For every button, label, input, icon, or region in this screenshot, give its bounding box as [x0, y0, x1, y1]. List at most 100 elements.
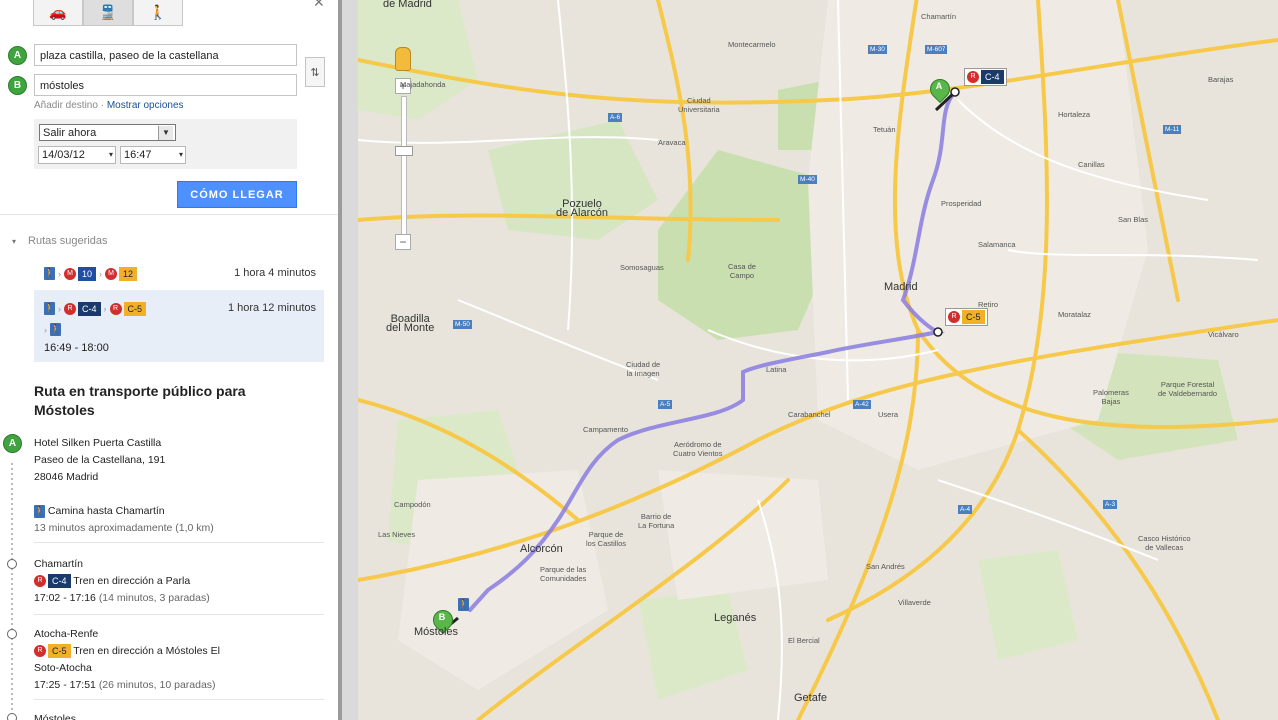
origin-marker-label: A	[13, 50, 22, 61]
date-value: 14/03/12	[42, 149, 85, 161]
depart-type-select[interactable]: Salir ahora ▼	[39, 124, 176, 141]
map-label-mostoles: Móstoles	[414, 626, 459, 638]
map-label-valdebernardo: Parque Forestal de Valdebernardo	[1158, 380, 1218, 398]
map-label-pozuelo: Pozuelo de Alarcón	[556, 198, 608, 219]
depart-type-value: Salir ahora	[43, 127, 97, 139]
transit-step: Chamartín R C-4 Tren en dirección a Parla…	[34, 556, 210, 607]
zoom-slider[interactable]	[401, 96, 407, 236]
panel-resize-handle[interactable]	[338, 0, 358, 720]
walk-icon: 🚶	[44, 302, 56, 316]
walk-icon: 🚶	[34, 504, 46, 518]
route-duration: 1 hora 12 minutos	[227, 302, 316, 314]
swap-icon: ⇅	[310, 66, 320, 79]
road-tag: M-607	[925, 45, 948, 54]
map-label-salamanca: Salamanca	[978, 240, 1016, 249]
road-tag: A-42	[853, 400, 871, 409]
start-street: Paseo de la Castellana, 191	[34, 454, 166, 466]
train-icon: R	[967, 71, 979, 83]
car-icon: 🚗	[49, 4, 67, 20]
road-tag: A-3	[1103, 500, 1118, 509]
map-label-campamento: Campamento	[583, 425, 629, 434]
directions-panel: 🚗 🚆 🚶 ✕ A plaza castilla, paseo de la ca…	[0, 0, 338, 720]
train-tag-c5[interactable]: R C-5	[945, 308, 988, 326]
map-label-getafe: Getafe	[794, 692, 828, 704]
map-label-la-fortuna: Barrio de La Fortuna	[638, 512, 675, 530]
map-label-palomeras: Palomeras Bajas	[1093, 388, 1129, 406]
transit-mode-tab[interactable]: 🚆	[83, 0, 133, 26]
swap-waypoints-button[interactable]: ⇅	[305, 57, 325, 87]
destination-input[interactable]: móstoles	[34, 74, 297, 96]
route-section-title: Ruta en transporte público para Móstoles	[34, 383, 246, 418]
train-icon: R	[34, 575, 46, 588]
travel-mode-tabs: 🚗 🚆 🚶	[33, 0, 183, 26]
map-label-san-andres: San Andrés	[866, 562, 905, 571]
add-destination-link[interactable]: Añadir destino	[34, 100, 98, 111]
line-badge: C-4	[981, 70, 1004, 84]
walk-icon: 🚶	[149, 4, 167, 20]
date-select[interactable]: 14/03/12 ▾	[38, 146, 116, 164]
step-detail: (26 minutos, 10 paradas)	[98, 679, 216, 691]
route-links: Añadir destino · Mostrar opciones	[34, 100, 184, 111]
origin-input[interactable]: plaza castilla, paseo de la castellana	[34, 44, 297, 66]
zoom-out-button[interactable]: −	[395, 234, 411, 250]
street-view-pegman-icon[interactable]	[395, 47, 411, 71]
bus-icon: 🚆	[99, 4, 117, 20]
time-value: 16:47	[124, 149, 152, 161]
walk-mode-tab[interactable]: 🚶	[133, 0, 183, 26]
destination-marker-icon: B	[8, 76, 27, 95]
train-icon: R	[64, 302, 76, 315]
suggested-routes-header[interactable]: ▾ Rutas sugeridas	[12, 235, 108, 247]
last-stop-name: Móstoles	[34, 713, 77, 720]
line-badge: 10	[78, 266, 97, 281]
line-badge: C-5	[48, 644, 71, 659]
stop-dot-icon	[7, 713, 17, 720]
route-option-1[interactable]: 🚶 › M 10 › M 12 1 hora 4 minutos	[34, 258, 324, 288]
map-label-ciudad-imagen: Ciudad de la Imagen	[626, 360, 661, 378]
road-tag: M-30	[868, 45, 887, 54]
map-label-aravaca: Aravaca	[658, 138, 686, 147]
start-marker-icon: A	[3, 434, 22, 453]
stop-name: Atocha-Renfe	[34, 628, 99, 640]
start-city: 28046 Madrid	[34, 471, 99, 483]
road-tag: M-11	[1163, 125, 1182, 134]
route-modes: 🚶 › M 10 › M 12	[44, 265, 138, 283]
map-label-somosaguas: Somosaguas	[620, 263, 664, 272]
close-icon[interactable]: ✕	[313, 0, 325, 11]
walk-step: 🚶 Camina hasta Chamartín 13 minutos apro…	[34, 503, 214, 537]
map-label-tetuan: Tetuán	[873, 125, 896, 134]
map-marker-a[interactable]: A	[925, 74, 955, 104]
walk-step-text: Camina hasta Chamartín	[47, 505, 165, 517]
map-label-moratalaz: Moratalaz	[1058, 310, 1091, 319]
direction-text-2: Soto-Atocha	[34, 662, 92, 674]
panel-scrollbar[interactable]	[338, 0, 342, 720]
map-canvas	[358, 0, 1278, 720]
map-label-cuatro-vientos: Aeródromo de Cuatro Vientos	[673, 440, 723, 458]
map-label-canillas: Canillas	[1078, 160, 1105, 169]
chevron-down-icon: ▾	[108, 150, 113, 159]
map-view[interactable]: + − A B R C-4 R C-5 🚶 Madrid de Madrid Poz…	[358, 0, 1278, 720]
road-tag: A-5	[658, 400, 673, 409]
map-label-boadilla: Boadilla del Monte	[386, 313, 435, 334]
map-label-parque-castillos: Parque de los Castillos	[586, 530, 627, 548]
get-directions-button[interactable]: CÓMO LLEGAR	[177, 181, 297, 208]
route-modes: 🚶 › R C-4 › R C-5	[44, 300, 147, 318]
time-select[interactable]: 16:47 ▾	[120, 146, 186, 164]
map-label-campodon: Campodón	[394, 500, 431, 509]
route-option-2[interactable]: 🚶 › R C-4 › R C-5 › 🚶 1 hora 12 minutos 16:49 -…	[34, 290, 324, 362]
step-times: 17:25 - 17:51	[34, 679, 96, 691]
walk-marker-icon: 🚶	[458, 596, 469, 614]
marker-a-label: A	[935, 81, 943, 91]
car-mode-tab[interactable]: 🚗	[33, 0, 83, 26]
chevron-down-icon: ▾	[178, 150, 183, 159]
zoom-slider-handle[interactable]	[395, 146, 413, 156]
dropdown-arrow-icon: ▼	[158, 126, 173, 140]
road-tag: A-6	[608, 113, 623, 122]
origin-marker-icon: A	[8, 46, 27, 65]
train-icon: R	[109, 302, 122, 315]
divider	[34, 542, 324, 543]
sep-icon: ›	[44, 324, 47, 335]
map-label-chamartin: Chamartín	[921, 12, 957, 21]
train-tag-c4[interactable]: R C-4	[964, 68, 1007, 86]
divider	[0, 214, 338, 215]
show-options-link[interactable]: Mostrar opciones	[107, 100, 184, 111]
